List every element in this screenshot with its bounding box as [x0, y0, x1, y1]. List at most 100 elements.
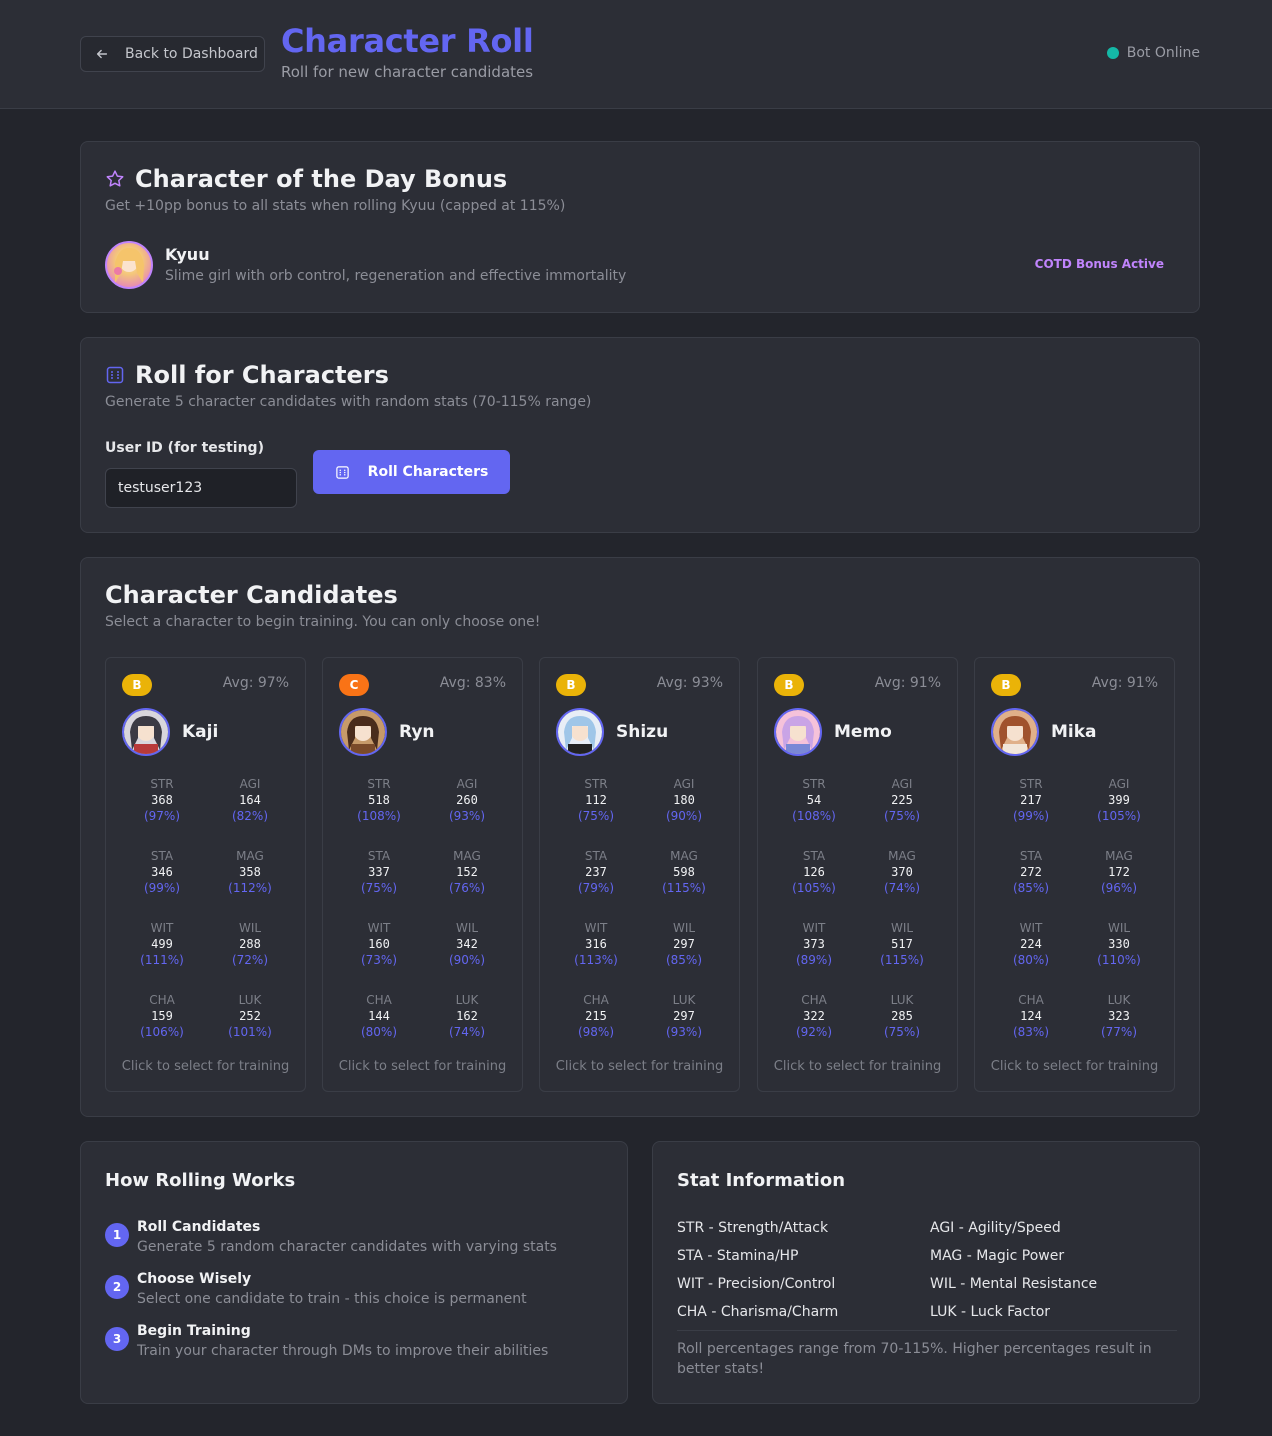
stat-percent: (77%) — [1100, 1025, 1138, 1039]
stat-percent: (85%) — [1012, 881, 1050, 895]
stat-percent: (113%) — [574, 953, 618, 967]
candidate-card[interactable]: B Avg: 91% Mika STR 217 (99%) AGI 399 (105%) STA 2… — [974, 657, 1175, 1092]
stat-percent: (75%) — [577, 809, 615, 823]
stat-block: STR 518 (108%) — [335, 776, 423, 824]
average-percent: Avg: 97% — [222, 675, 289, 691]
tier-badge: B — [991, 674, 1021, 696]
arrow-left-icon — [96, 49, 108, 59]
stat-value: 152 — [456, 865, 478, 879]
how-title: How Rolling Works — [105, 1170, 296, 1191]
how-rolling-works-card: How Rolling Works 1 Roll Candidates Gene… — [80, 1141, 628, 1404]
stat-value: 322 — [803, 1009, 825, 1023]
stat-block: WIT 316 (113%) — [552, 920, 640, 968]
stat-label: STA — [150, 849, 174, 863]
stat-value: 260 — [456, 793, 478, 807]
back-to-dashboard-button[interactable]: Back to Dashboard — [80, 36, 265, 72]
dice-icon — [106, 366, 124, 384]
stat-percent: (112%) — [228, 881, 272, 895]
stat-percent: (99%) — [1012, 809, 1050, 823]
stat-block: WIL 517 (115%) — [858, 920, 946, 968]
status-label: Bot Online — [1126, 45, 1200, 61]
step-number: 2 — [105, 1275, 129, 1299]
stat-value: 217 — [1020, 793, 1042, 807]
stat-label: CHA — [149, 993, 175, 1007]
stat-value: 159 — [151, 1009, 173, 1023]
candidate-avatar — [991, 708, 1039, 756]
star-icon — [106, 170, 124, 187]
stat-label: AGI — [891, 777, 913, 791]
roll-title: Roll for Characters — [105, 361, 389, 389]
stat-label: CHA — [583, 993, 609, 1007]
stat-information-card: Stat Information STR - Strength/Attack A… — [652, 1141, 1200, 1404]
candidate-card[interactable]: C Avg: 83% Ryn STR 518 (108%) AGI 260 (93%) STA 33… — [322, 657, 523, 1092]
stat-block: STA 272 (85%) — [987, 848, 1075, 896]
stat-value: 346 — [151, 865, 173, 879]
candidate-name: Kaji — [182, 722, 219, 742]
stat-block: WIT 160 (73%) — [335, 920, 423, 968]
roll-button-label: Roll Characters — [367, 464, 489, 480]
cotd-title: Character of the Day Bonus — [105, 165, 507, 193]
stat-label: STA — [584, 849, 608, 863]
stat-label: WIT — [584, 921, 608, 935]
stat-info-item: LUK - Luck Factor — [930, 1304, 1051, 1320]
cotd-title-text: Character of the Day Bonus — [135, 165, 508, 193]
stat-value: 517 — [891, 937, 913, 951]
candidate-card[interactable]: B Avg: 93% Shizu STR 112 (75%) AGI 180 (90%) STA 2… — [539, 657, 740, 1092]
stat-block: CHA 144 (80%) — [335, 992, 423, 1040]
stat-block: AGI 399 (105%) — [1075, 776, 1163, 824]
candidate-stats: STR 217 (99%) AGI 399 (105%) STA 272 (85%) MAG 172… — [987, 776, 1163, 1040]
stat-label: WIL — [455, 921, 479, 935]
stat-label: MAG — [1105, 849, 1133, 863]
stat-value: 272 — [1020, 865, 1042, 879]
stat-value: 316 — [585, 937, 607, 951]
user-id-input[interactable] — [105, 468, 297, 508]
candidate-name: Ryn — [399, 722, 435, 742]
stat-percent: (115%) — [662, 881, 706, 895]
stat-value: 297 — [673, 1009, 695, 1023]
stat-percent: (80%) — [1012, 953, 1050, 967]
stat-block: WIL 297 (85%) — [640, 920, 728, 968]
stat-label: WIT — [150, 921, 174, 935]
stat-percent: (89%) — [795, 953, 833, 967]
stat-block: MAG 598 (115%) — [640, 848, 728, 896]
stat-block: LUK 285 (75%) — [858, 992, 946, 1040]
stat-label: WIL — [672, 921, 696, 935]
stat-label: STR — [584, 777, 608, 791]
select-hint: Click to select for training — [555, 1059, 724, 1074]
stat-value: 164 — [239, 793, 261, 807]
stat-percent: (74%) — [448, 1025, 486, 1039]
stat-label: STA — [1019, 849, 1043, 863]
stat-value: 499 — [151, 937, 173, 951]
stat-label: MAG — [670, 849, 698, 863]
page-header: Back to Dashboard Character Roll Roll fo… — [0, 0, 1272, 109]
stat-info-note: Roll percentages range from 70-115%. Hig… — [677, 1341, 1152, 1377]
stat-percent: (92%) — [795, 1025, 833, 1039]
stat-value: 368 — [151, 793, 173, 807]
stat-block: AGI 260 (93%) — [423, 776, 511, 824]
user-id-label: User ID (for testing) — [105, 440, 264, 456]
stat-percent: (75%) — [883, 809, 921, 823]
stat-block: LUK 297 (93%) — [640, 992, 728, 1040]
step-description: Generate 5 random character candidates w… — [137, 1239, 557, 1255]
candidate-avatar — [556, 708, 604, 756]
candidate-card[interactable]: B Avg: 97% Kaji STR 368 (97%) AGI 164 (82%) STA 34… — [105, 657, 306, 1092]
stat-label: LUK — [672, 993, 696, 1007]
stat-block: STR 368 (97%) — [118, 776, 206, 824]
dice-icon — [335, 465, 349, 479]
stat-value: 288 — [239, 937, 261, 951]
candidate-card[interactable]: B Avg: 91% Memo STR 54 (108%) AGI 225 (75%) STA 12… — [757, 657, 958, 1092]
stat-label: LUK — [238, 993, 262, 1007]
stat-label: STA — [367, 849, 391, 863]
stat-label: STA — [802, 849, 826, 863]
stat-label: LUK — [1107, 993, 1131, 1007]
stat-label: CHA — [366, 993, 392, 1007]
cotd-card: Character of the Day Bonus Get +10pp bon… — [80, 141, 1200, 313]
stat-info-grid: STR - Strength/Attack AGI - Agility/Spee… — [677, 1219, 1177, 1321]
stat-info-title: Stat Information — [677, 1170, 846, 1191]
page-subtitle: Roll for new character candidates — [281, 63, 534, 81]
stat-percent: (108%) — [357, 809, 401, 823]
stat-percent: (85%) — [665, 953, 703, 967]
cotd-status-badge: COTD Bonus Active — [1034, 257, 1164, 271]
roll-characters-button[interactable]: Roll Characters — [313, 450, 510, 494]
stat-info-item: CHA - Charisma/Charm — [677, 1304, 839, 1320]
